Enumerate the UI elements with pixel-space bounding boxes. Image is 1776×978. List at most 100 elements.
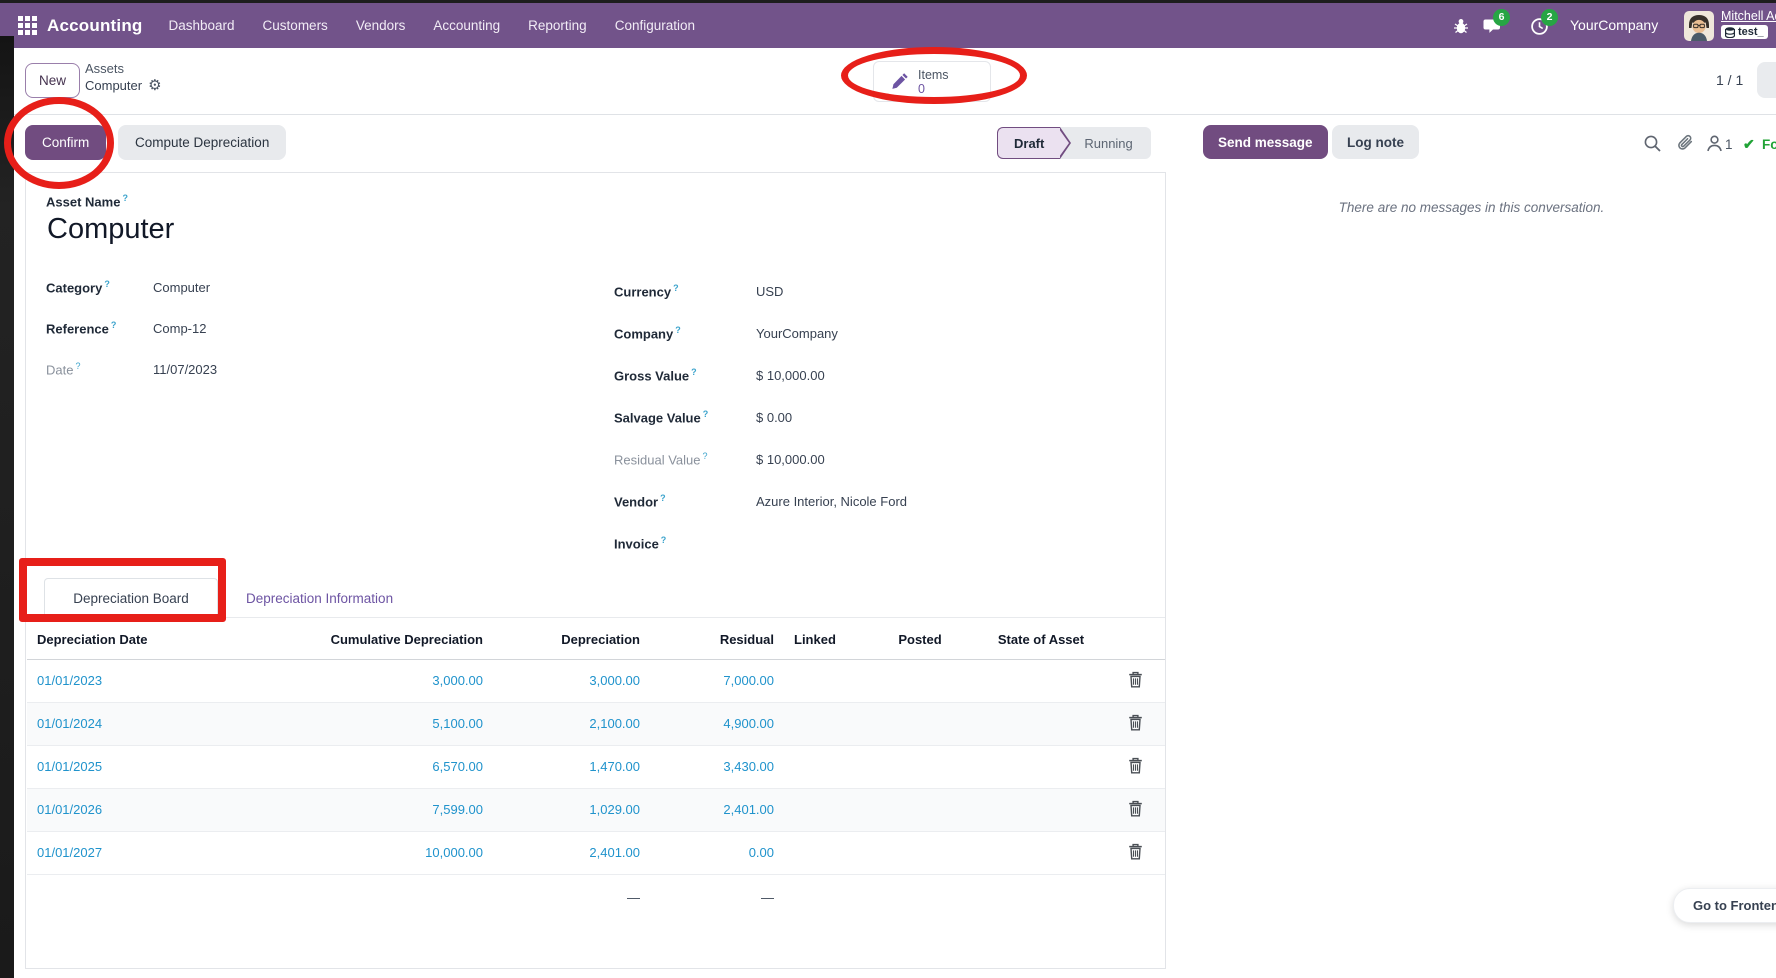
field-value[interactable]: USD <box>756 284 783 299</box>
cell-residual[interactable]: 3,430.00 <box>650 745 784 788</box>
nav-menu-reporting[interactable]: Reporting <box>514 3 601 48</box>
database-indicator: test_ <box>1721 25 1768 39</box>
following-button[interactable]: Following <box>1762 137 1776 152</box>
cell-residual[interactable]: 7,000.00 <box>650 659 784 702</box>
tab-depreciation-board[interactable]: Depreciation Board <box>44 578 218 618</box>
cell-depreciation[interactable]: 2,401.00 <box>493 831 650 874</box>
cell-posted <box>864 788 976 831</box>
cell-depreciation[interactable]: 1,470.00 <box>493 745 650 788</box>
field-date: Date?11/07/2023 <box>46 349 526 390</box>
field-value[interactable]: 11/07/2023 <box>153 362 217 377</box>
control-panel: New Assets Computer⚙ Items 0 1 / 1 <box>14 48 1776 115</box>
cell-state-of-asset <box>976 702 1106 745</box>
form-fields-right: Currency?USDCompany?YourCompanyGross Val… <box>614 270 1134 564</box>
delete-row-icon[interactable] <box>1128 800 1143 817</box>
nav-menu-dashboard[interactable]: Dashboard <box>155 3 249 48</box>
help-icon: ? <box>703 409 709 419</box>
chatter-panel: There are no messages in this conversati… <box>1167 172 1776 969</box>
compute-depreciation-button[interactable]: Compute Depreciation <box>118 125 286 160</box>
cell-date[interactable]: 01/01/2026 <box>27 788 251 831</box>
followers-count: 1 <box>1725 137 1733 152</box>
status-draft[interactable]: Draft <box>997 127 1060 159</box>
field-reference: Reference?Comp-12 <box>46 308 526 349</box>
go-to-frontend-button[interactable]: Go to Frontend <box>1673 888 1776 923</box>
app-title[interactable]: Accounting <box>47 16 143 36</box>
messages-badge: 6 <box>1493 9 1510 26</box>
cell-date[interactable]: 01/01/2025 <box>27 745 251 788</box>
cell-cumulative-depreciation[interactable]: 6,570.00 <box>251 745 493 788</box>
confirm-button[interactable]: Confirm <box>25 125 106 160</box>
cell-date[interactable]: 01/01/2023 <box>27 659 251 702</box>
main-navbar: Accounting DashboardCustomersVendorsAcco… <box>0 3 1776 48</box>
cell-cumulative-depreciation[interactable]: 7,599.00 <box>251 788 493 831</box>
depreciation-row[interactable]: 01/01/20267,599.001,029.002,401.00 <box>27 788 1165 831</box>
help-icon: ? <box>675 325 681 335</box>
cell-date[interactable]: 01/01/2024 <box>27 702 251 745</box>
breadcrumb-assets-link[interactable]: Assets <box>85 60 162 77</box>
pager-buttons[interactable] <box>1757 62 1776 98</box>
delete-row-icon[interactable] <box>1128 757 1143 774</box>
cell-cumulative-depreciation[interactable]: 10,000.00 <box>251 831 493 874</box>
depreciation-row[interactable]: 01/01/20245,100.002,100.004,900.00 <box>27 702 1165 745</box>
company-switcher[interactable]: YourCompany <box>1570 3 1658 48</box>
user-menu[interactable]: Mitchell Admin test_ <box>1721 9 1776 43</box>
delete-row-icon[interactable] <box>1128 843 1143 860</box>
field-value[interactable]: Azure Interior, Nicole Ford <box>756 494 907 509</box>
cell-state-of-asset <box>976 831 1106 874</box>
field-invoice: Invoice? <box>614 522 1134 564</box>
settings-gear-icon[interactable]: ⚙ <box>148 77 161 94</box>
field-currency: Currency?USD <box>614 270 1134 312</box>
desktop-left-strip <box>0 36 14 978</box>
depreciation-row[interactable]: 01/01/20256,570.001,470.003,430.00 <box>27 745 1165 788</box>
help-icon: ? <box>104 279 110 289</box>
depreciation-table: Depreciation DateCumulative Depreciation… <box>27 621 1165 920</box>
items-label: Items <box>918 68 949 82</box>
nav-menu-accounting[interactable]: Accounting <box>419 3 514 48</box>
field-label: Category? <box>46 279 153 295</box>
field-value[interactable]: $ 10,000.00 <box>756 368 825 383</box>
log-note-button[interactable]: Log note <box>1332 125 1419 159</box>
asset-name-value[interactable]: Computer <box>47 213 174 246</box>
delete-row-icon[interactable] <box>1128 714 1143 731</box>
cell-linked <box>784 702 864 745</box>
debug-bug-icon[interactable] <box>1452 17 1470 35</box>
cell-residual[interactable]: 2,401.00 <box>650 788 784 831</box>
depreciation-row[interactable]: 01/01/20233,000.003,000.007,000.00 <box>27 659 1165 702</box>
attachment-paperclip-icon[interactable] <box>1676 134 1695 153</box>
depreciation-row[interactable]: 01/01/202710,000.002,401.000.00 <box>27 831 1165 874</box>
field-value[interactable]: $ 0.00 <box>756 410 792 425</box>
status-running[interactable]: Running <box>1060 127 1150 159</box>
cell-date[interactable]: 01/01/2027 <box>27 831 251 874</box>
column-header-cumulative-depreciation: Cumulative Depreciation <box>251 621 493 659</box>
followers-person-icon[interactable] <box>1705 134 1724 153</box>
cell-depreciation[interactable]: 1,029.00 <box>493 788 650 831</box>
user-avatar[interactable] <box>1684 11 1714 41</box>
tab-depreciation-information[interactable]: Depreciation Information <box>236 578 403 618</box>
field-value[interactable]: Comp-12 <box>153 321 206 336</box>
cell-cumulative-depreciation[interactable]: 5,100.00 <box>251 702 493 745</box>
cell-depreciation[interactable]: 3,000.00 <box>493 659 650 702</box>
new-button[interactable]: New <box>25 63 80 98</box>
cell-residual[interactable]: 0.00 <box>650 831 784 874</box>
items-count: 0 <box>918 82 949 96</box>
field-value[interactable]: $ 10,000.00 <box>756 452 825 467</box>
send-message-button[interactable]: Send message <box>1203 125 1328 159</box>
cell-depreciation[interactable]: 2,100.00 <box>493 702 650 745</box>
column-header-state-of-asset: State of Asset <box>976 621 1106 659</box>
nav-menu-customers[interactable]: Customers <box>249 3 342 48</box>
nav-menu-configuration[interactable]: Configuration <box>601 3 709 48</box>
cell-state-of-asset <box>976 745 1106 788</box>
delete-row-icon[interactable] <box>1128 671 1143 688</box>
cell-cumulative-depreciation[interactable]: 3,000.00 <box>251 659 493 702</box>
depreciation-table-footer: — — <box>27 874 1165 920</box>
apps-grid-icon[interactable] <box>18 16 37 35</box>
cell-linked <box>784 831 864 874</box>
search-messages-icon[interactable] <box>1643 134 1662 153</box>
help-icon: ? <box>702 451 707 461</box>
cell-delete <box>1106 745 1165 788</box>
field-value[interactable]: Computer <box>153 280 210 295</box>
field-value[interactable]: YourCompany <box>756 326 838 341</box>
items-stat-button[interactable]: Items 0 <box>873 61 991 102</box>
cell-residual[interactable]: 4,900.00 <box>650 702 784 745</box>
nav-menu-vendors[interactable]: Vendors <box>342 3 420 48</box>
